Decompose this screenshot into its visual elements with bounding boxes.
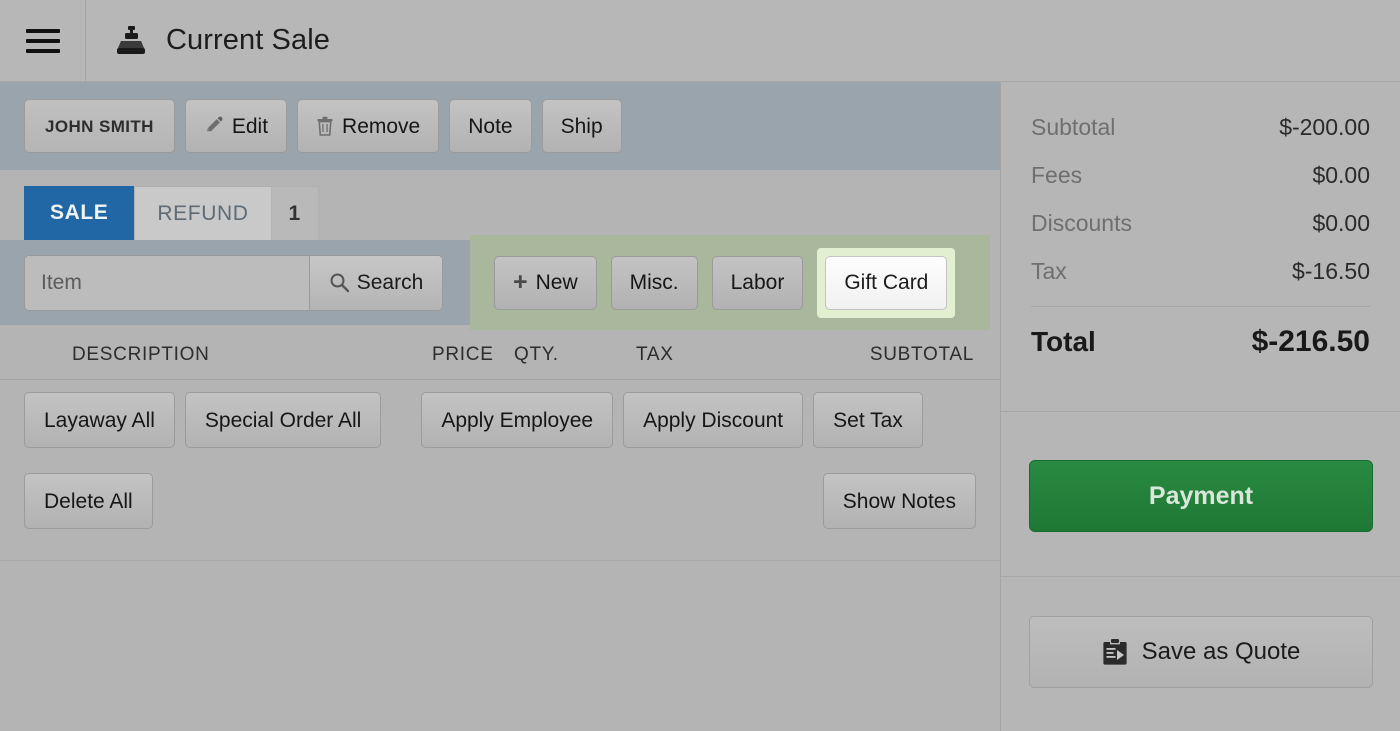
hamburger-menu-icon [25,23,60,59]
item-search-band: Search [0,240,470,325]
discounts-label: Discounts [1031,210,1132,236]
item-search-button-label: Search [356,270,424,294]
line-items-empty-area [0,561,1000,731]
sidebar-divider-top [1001,411,1400,412]
line-items-table-header: DESCRIPTION PRICE QTY. TAX SUBTOTAL [0,330,1000,380]
bulk-actions-area: Layaway All Special Order All Apply Empl… [0,380,1000,560]
fees-label: Fees [1031,162,1083,188]
column-header-tax: TAX [636,344,674,365]
totals-list: Subtotal $-200.00 Fees $0.00 Discounts $… [1001,82,1400,359]
clipboard-quote-icon [1103,639,1127,665]
customer-name-button[interactable]: JOHN SMITH [24,99,175,153]
save-as-quote-label: Save as Quote [1141,638,1301,665]
tab-refund-label: REFUND [157,201,249,225]
pos-current-sale-screen: Current Sale JOHN SMITH Edit Remove Note… [0,0,1400,731]
trash-icon [317,116,333,136]
grand-total-label: Total [1031,326,1096,357]
fees-value: $0.00 [1312,162,1370,188]
column-header-subtotal: SUBTOTAL [869,344,974,365]
payment-button[interactable]: Payment [1029,460,1373,532]
tax-label: Tax [1031,258,1067,284]
new-item-button[interactable]: + New [494,255,597,310]
magnifier-icon [330,273,349,293]
apply-discount-button[interactable]: Apply Discount [623,392,804,448]
sale-left-panel: JOHN SMITH Edit Remove Note Ship SALE RE… [0,82,1000,731]
note-button[interactable]: Note [449,99,532,153]
grand-total-row: Total $-216.50 [1031,325,1370,359]
item-search-group: Search [24,254,443,311]
totals-row-discounts: Discounts $0.00 [1031,210,1370,237]
header-title-group: Current Sale [86,24,330,58]
tax-value: $-16.50 [1291,258,1370,284]
totals-row-tax: Tax $-16.50 [1031,258,1370,285]
app-header: Current Sale [0,0,1400,82]
column-header-qty: QTY. [514,344,559,365]
sidebar-divider-bottom [1001,576,1400,577]
gift-card-focus-highlight: Gift Card [817,247,956,318]
totals-row-fees: Fees $0.00 [1031,162,1370,189]
cash-register-icon [117,25,145,54]
misc-item-button[interactable]: Misc. [610,255,698,310]
column-header-price: PRICE [432,344,494,365]
bulk-actions-left-group: Layaway All Special Order All [24,392,382,448]
page-title: Current Sale [166,24,330,56]
discounts-value: $0.00 [1312,210,1370,236]
labor-item-button[interactable]: Labor [711,255,804,310]
item-search-input[interactable] [25,255,309,310]
delete-all-button[interactable]: Delete All [24,473,153,529]
special-order-all-button[interactable]: Special Order All [184,392,382,448]
quote-button-wrap: Save as Quote [1029,616,1373,688]
pencil-icon [206,116,223,132]
quick-add-toolbar-highlight: + New Misc. Labor Gift Card [470,235,990,330]
remove-customer-label: Remove [342,114,421,138]
totals-row-subtotal: Subtotal $-200.00 [1031,114,1370,141]
subtotal-label: Subtotal [1031,114,1116,140]
show-notes-button[interactable]: Show Notes [822,473,976,529]
bulk-actions-right-group: Apply Employee Apply Discount Set Tax [421,392,923,448]
tab-sale[interactable]: SALE [24,186,135,240]
save-as-quote-button[interactable]: Save as Quote [1029,616,1373,688]
payment-button-wrap: Payment [1029,460,1373,532]
gift-card-button[interactable]: Gift Card [825,255,948,310]
layaway-all-button[interactable]: Layaway All [24,392,175,448]
edit-customer-button[interactable]: Edit [184,99,288,153]
ship-button[interactable]: Ship [541,99,622,153]
sale-refund-tabs: SALE REFUND 1 [0,170,1000,240]
edit-customer-label: Edit [231,114,269,138]
item-search-button[interactable]: Search [309,255,442,310]
totals-sidebar: Subtotal $-200.00 Fees $0.00 Discounts $… [1000,82,1400,731]
bulk-actions-row-2: Delete All Show Notes [24,473,976,529]
tab-refund-count-badge: 1 [270,187,318,240]
set-tax-button[interactable]: Set Tax [813,392,923,448]
subtotal-value: $-200.00 [1279,114,1370,140]
grand-total-value: $-216.50 [1251,325,1370,358]
bulk-actions-row-1: Layaway All Special Order All Apply Empl… [24,392,976,448]
hamburger-menu-button[interactable] [0,0,86,82]
new-item-label: New [535,271,578,294]
apply-employee-button[interactable]: Apply Employee [421,392,614,448]
column-header-description: DESCRIPTION [72,344,210,365]
remove-customer-button[interactable]: Remove [297,99,440,153]
plus-icon: + [513,268,528,296]
tab-refund[interactable]: REFUND 1 [134,186,319,240]
totals-divider [1031,306,1370,307]
customer-toolbar: JOHN SMITH Edit Remove Note Ship [0,82,1000,170]
